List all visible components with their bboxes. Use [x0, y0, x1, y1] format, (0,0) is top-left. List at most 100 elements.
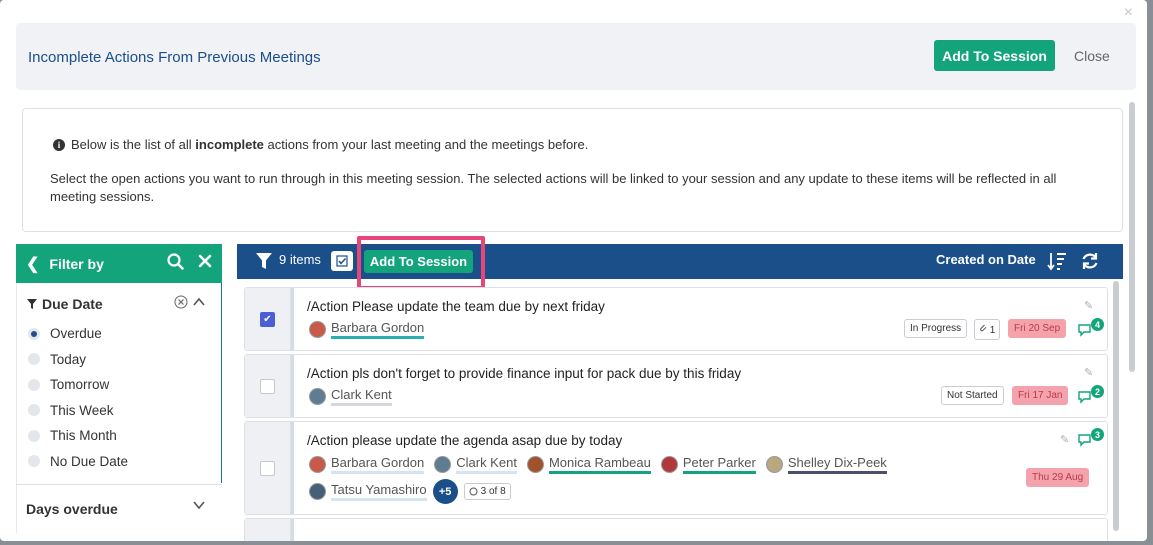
assignee-name: Tatsu Yamashiro: [331, 482, 427, 501]
radio-this-month[interactable]: This Month: [28, 423, 128, 449]
paperclip-icon: [980, 324, 987, 332]
modal-close-icon[interactable]: ×: [1124, 4, 1133, 22]
due-date-section-title[interactable]: Due Date: [27, 296, 103, 312]
info-text-pre: Below is the list of all: [71, 137, 196, 152]
assignee-name: Barbara Gordon: [331, 320, 425, 339]
progress-icon: [469, 487, 478, 496]
assignee[interactable]: Shelley Dix-Peek: [765, 455, 887, 474]
avatar: [309, 388, 326, 405]
pencil-icon[interactable]: ✎: [1084, 299, 1093, 312]
clear-filter-icon[interactable]: [198, 254, 212, 273]
assignee-name: Clark Kent: [456, 455, 517, 474]
action-title[interactable]: /Action Please update the team due by ne…: [307, 299, 605, 314]
row-select-column: [245, 422, 291, 514]
sort-label[interactable]: Created on Date: [936, 252, 1036, 267]
actions-toolbar: 9 items Add To Session Created on Date: [237, 244, 1123, 279]
action-title[interactable]: /Action please update the agenda asap du…: [307, 433, 622, 448]
chevron-down-icon[interactable]: [192, 498, 206, 515]
close-button[interactable]: Close: [1074, 48, 1110, 64]
due-date-controls: [174, 295, 206, 309]
row-accent: [291, 355, 294, 417]
radio-overdue[interactable]: Overdue: [28, 321, 128, 347]
filter-panel-left-border: [16, 283, 17, 533]
action-row[interactable]: [244, 518, 1108, 541]
radio-dot[interactable]: [28, 404, 40, 417]
info-icon: i: [53, 138, 65, 151]
assignees: Barbara Gordon Clark Kent Monica Rambeau…: [309, 455, 897, 474]
assignee[interactable]: Monica Rambeau: [526, 455, 651, 474]
radio-tomorrow[interactable]: Tomorrow: [28, 372, 128, 398]
action-row[interactable]: ✔ /Action Please update the team due by …: [244, 287, 1108, 351]
modal-scrollbar[interactable]: [1129, 102, 1135, 372]
list-scrollbar[interactable]: [1113, 281, 1119, 531]
info-text-post: actions from your last meeting and the m…: [263, 137, 589, 152]
info-intro: i Below is the list of all incomplete ac…: [53, 137, 588, 152]
assignee[interactable]: Tatsu Yamashiro: [309, 482, 427, 501]
radio-no-due-date[interactable]: No Due Date: [28, 449, 128, 475]
collapse-filter-icon[interactable]: ❮: [26, 254, 39, 274]
funnel-icon[interactable]: [256, 253, 272, 272]
radio-this-week[interactable]: This Week: [28, 398, 128, 424]
avatar: [309, 321, 326, 338]
more-assignees-badge[interactable]: +5: [432, 479, 458, 504]
avatar: [434, 456, 452, 473]
assignee[interactable]: Barbara Gordon: [309, 320, 425, 339]
comment-count: 2: [1091, 385, 1104, 398]
info-panel: i Below is the list of all incomplete ac…: [22, 108, 1123, 232]
toolbar-add-to-session-button[interactable]: Add To Session: [364, 250, 473, 273]
avatar: [309, 456, 326, 473]
sort-descending-icon[interactable]: [1047, 251, 1067, 274]
row-select-column: [245, 355, 291, 417]
search-icon[interactable]: [167, 252, 184, 275]
radio-dot[interactable]: [28, 327, 40, 340]
avatar: [765, 456, 783, 473]
assignees: Barbara Gordon: [309, 320, 434, 339]
assignees-row-2: Tatsu Yamashiro +5 3 of 8: [309, 479, 511, 504]
filter-header: ❮ Filter by: [16, 244, 222, 283]
filter-panel-border: [221, 283, 222, 483]
assignee-name: Clark Kent: [331, 387, 392, 406]
assignee[interactable]: Clark Kent: [309, 387, 392, 406]
radio-dot[interactable]: [28, 353, 40, 366]
assignee-name: Monica Rambeau: [548, 455, 651, 474]
assignee[interactable]: Clark Kent: [434, 455, 517, 474]
status-badge[interactable]: In Progress: [904, 319, 968, 338]
refresh-icon[interactable]: [1080, 251, 1100, 274]
radio-dot[interactable]: [28, 455, 40, 468]
action-title[interactable]: /Action pls don't forget to provide fina…: [307, 366, 741, 381]
filter-title: Filter by: [49, 255, 104, 272]
item-count: 9 items: [279, 252, 321, 267]
assignee[interactable]: Peter Parker: [660, 455, 756, 474]
radio-label: This Week: [50, 402, 114, 418]
row-checkbox[interactable]: [260, 379, 275, 394]
clear-due-date-icon[interactable]: [174, 295, 188, 309]
checklist-progress[interactable]: 3 of 8: [463, 483, 511, 500]
radio-today[interactable]: Today: [28, 347, 128, 373]
chevron-up-icon[interactable]: [192, 295, 206, 309]
row-select-column: [245, 519, 291, 541]
select-all-checkbox[interactable]: [331, 251, 353, 271]
pencil-icon[interactable]: ✎: [1084, 366, 1093, 379]
radio-label: Overdue: [50, 326, 102, 342]
row-accent: [291, 288, 294, 350]
action-row[interactable]: /Action pls don't forget to provide fina…: [244, 354, 1108, 418]
header-add-to-session-button[interactable]: Add To Session: [934, 40, 1055, 71]
radio-label: Tomorrow: [50, 377, 110, 393]
due-date-badge[interactable]: Thu 29 Aug: [1026, 468, 1090, 487]
row-checkbox[interactable]: ✔: [260, 312, 275, 327]
modal-title: Incomplete Actions From Previous Meeting…: [28, 49, 321, 66]
action-row[interactable]: /Action please update the agenda asap du…: [244, 421, 1108, 515]
assignee[interactable]: Barbara Gordon: [309, 455, 425, 474]
attachments-badge[interactable]: 1: [974, 319, 1001, 340]
due-date-badge[interactable]: Fri 20 Sep: [1008, 319, 1067, 338]
info-text-bold: incomplete: [195, 137, 264, 152]
radio-label: Today: [50, 351, 87, 367]
pencil-icon[interactable]: ✎: [1060, 433, 1069, 446]
status-badge[interactable]: Not Started: [941, 386, 1004, 405]
days-overdue-label[interactable]: Days overdue: [26, 501, 118, 517]
radio-dot[interactable]: [28, 429, 40, 442]
row-checkbox[interactable]: [260, 461, 275, 476]
radio-dot[interactable]: [28, 378, 40, 391]
due-date-badge[interactable]: Fri 17 Jan: [1012, 386, 1069, 405]
avatar: [660, 456, 678, 473]
